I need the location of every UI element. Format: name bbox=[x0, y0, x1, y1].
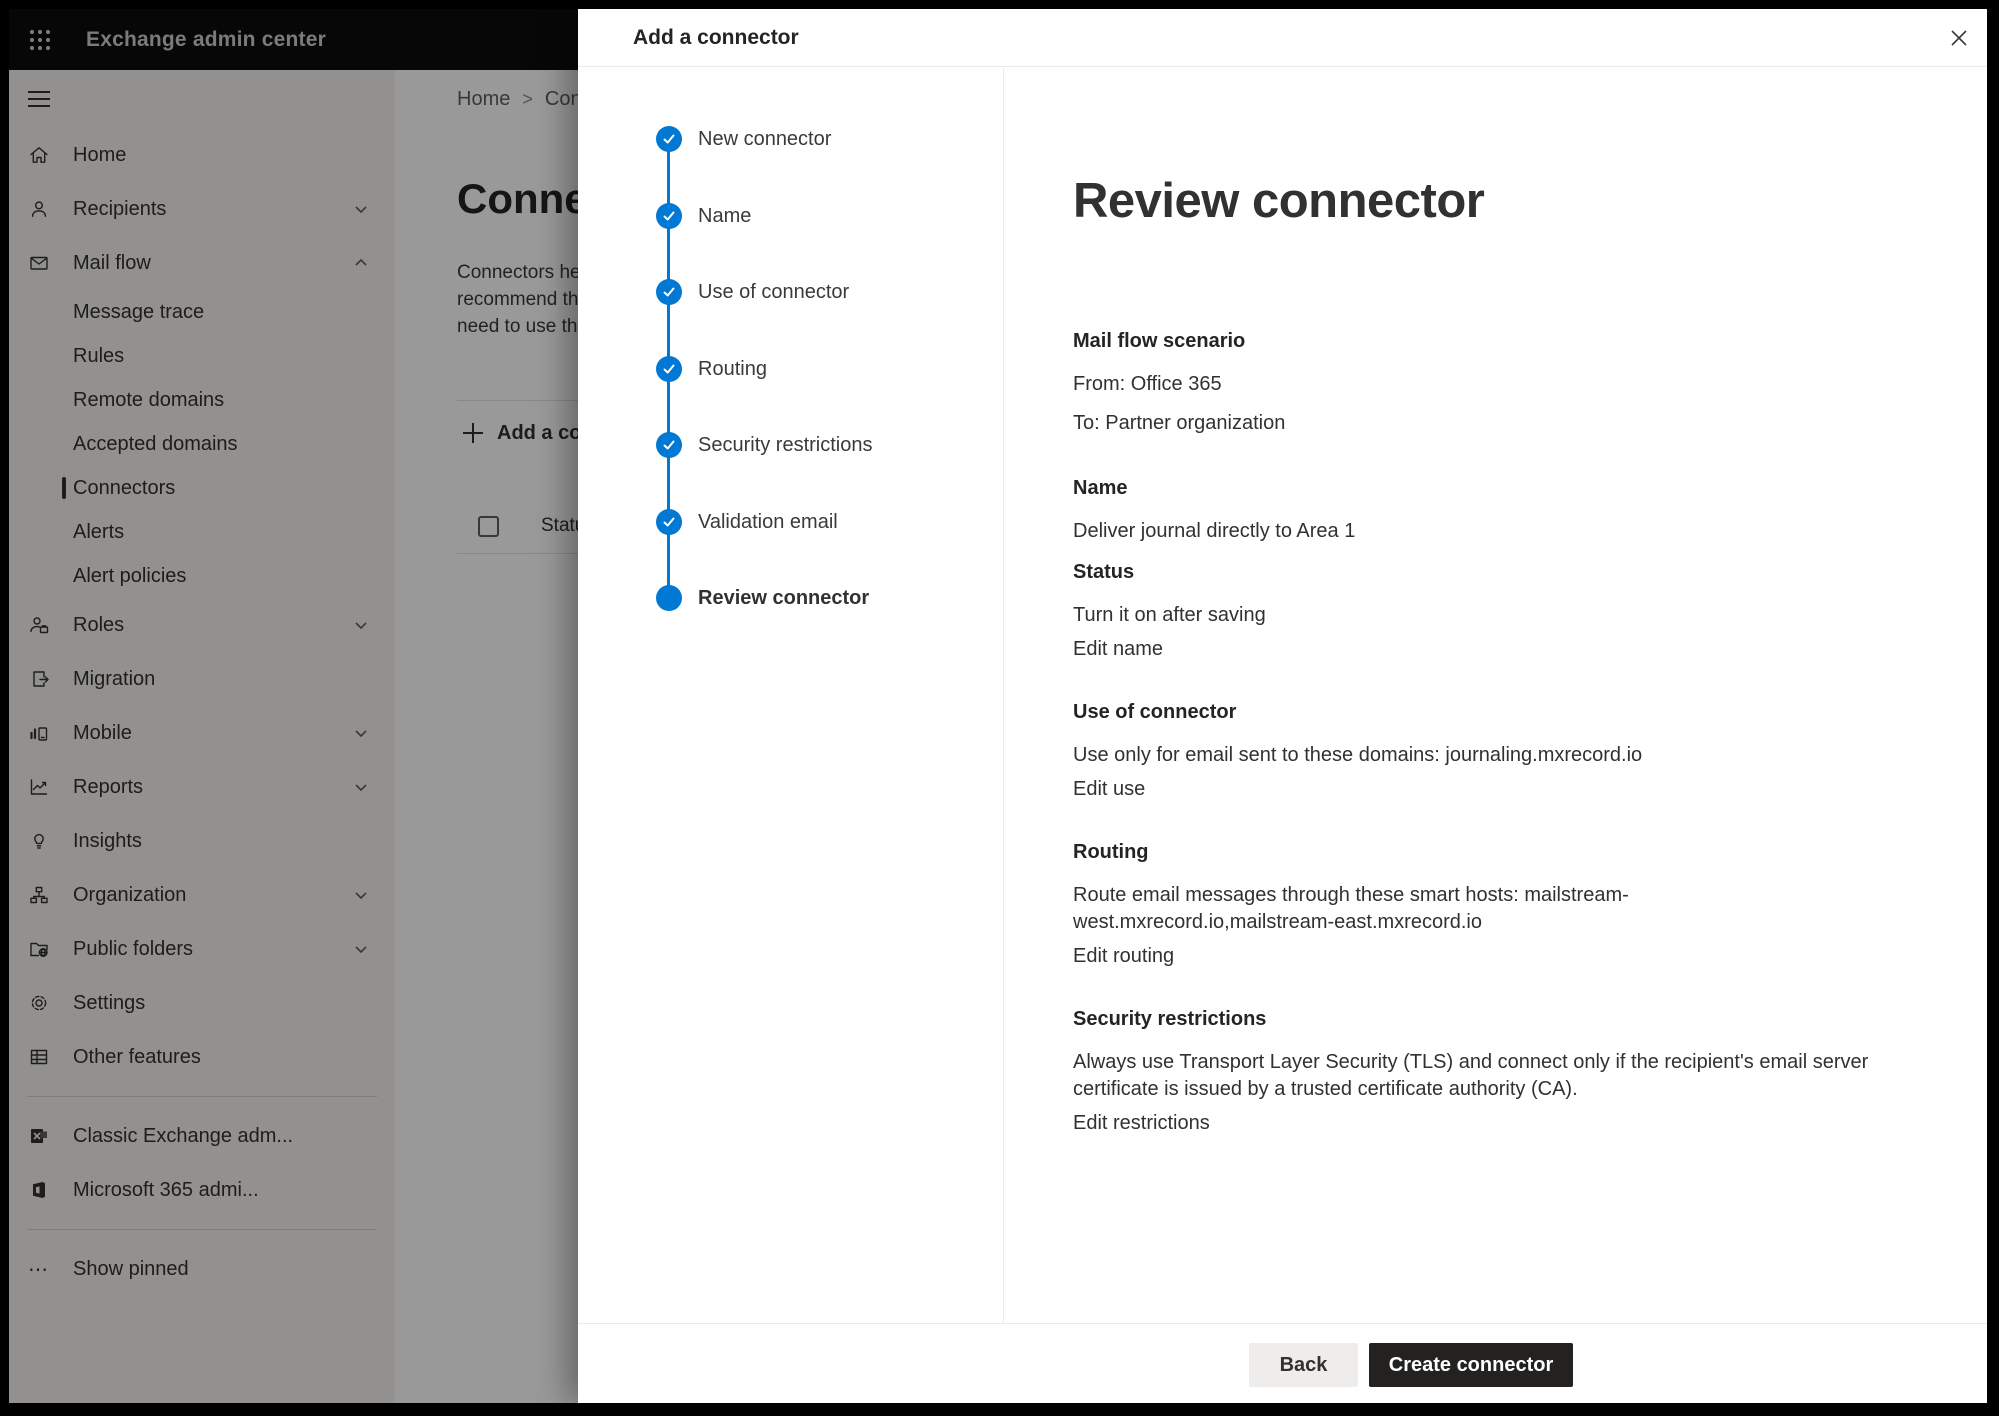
dialog-header: Add a connector bbox=[578, 9, 1987, 67]
step-label: Review connector bbox=[698, 587, 869, 610]
connector-name-value: Deliver journal directly to Area 1 bbox=[1073, 518, 1883, 545]
wizard-step-review-connector-current[interactable]: Review connector bbox=[578, 584, 1003, 612]
section-title-security-restrictions: Security restrictions bbox=[1073, 1008, 1883, 1031]
security-restrictions-value: Always use Transport Layer Security (TLS… bbox=[1073, 1049, 1883, 1103]
close-icon bbox=[1948, 27, 1970, 49]
step-completed-check-icon bbox=[656, 203, 682, 229]
step-current-dot bbox=[656, 585, 682, 611]
edit-use-link[interactable]: Edit use bbox=[1073, 778, 1145, 801]
screen: Exchange admin center Home Recipients bbox=[0, 0, 1999, 1416]
edit-restrictions-link[interactable]: Edit restrictions bbox=[1073, 1112, 1210, 1135]
section-title-mail-flow-scenario: Mail flow scenario bbox=[1073, 330, 1883, 353]
review-content: Review connector Mail flow scenario From… bbox=[1004, 68, 1987, 1323]
step-label: New connector bbox=[698, 128, 831, 151]
step-label: Validation email bbox=[698, 511, 838, 534]
use-of-connector-value: Use only for email sent to these domains… bbox=[1073, 742, 1883, 769]
exchange-admin-app: Exchange admin center Home Recipients bbox=[9, 9, 1987, 1403]
mail-flow-to-value: To: Partner organization bbox=[1073, 410, 1883, 437]
wizard-step-validation-email[interactable]: Validation email bbox=[578, 508, 1003, 536]
wizard-step-routing[interactable]: Routing bbox=[578, 355, 1003, 383]
review-heading: Review connector bbox=[1073, 172, 1927, 230]
step-completed-check-icon bbox=[656, 356, 682, 382]
wizard-step-new-connector[interactable]: New connector bbox=[578, 125, 1003, 153]
step-label: Use of connector bbox=[698, 281, 849, 304]
edit-name-link[interactable]: Edit name bbox=[1073, 638, 1163, 661]
mail-flow-from-value: From: Office 365 bbox=[1073, 371, 1883, 398]
wizard-step-security-restrictions[interactable]: Security restrictions bbox=[578, 431, 1003, 459]
add-connector-dialog: Add a connector New connector bbox=[578, 9, 1987, 1403]
create-connector-button[interactable]: Create connector bbox=[1369, 1343, 1573, 1387]
edit-routing-link[interactable]: Edit routing bbox=[1073, 945, 1174, 968]
step-completed-check-icon bbox=[656, 509, 682, 535]
wizard-step-name[interactable]: Name bbox=[578, 202, 1003, 230]
section-title-name: Name bbox=[1073, 477, 1883, 500]
section-title-routing: Routing bbox=[1073, 841, 1883, 864]
section-subtitle-status: Status bbox=[1073, 561, 1927, 584]
back-button[interactable]: Back bbox=[1249, 1343, 1358, 1387]
dialog-body: New connector Name Use of connector bbox=[578, 68, 1987, 1323]
step-completed-check-icon bbox=[656, 279, 682, 305]
step-label: Name bbox=[698, 205, 751, 228]
status-value: Turn it on after saving bbox=[1073, 602, 1883, 629]
step-completed-check-icon bbox=[656, 432, 682, 458]
dialog-footer: Back Create connector bbox=[578, 1323, 1987, 1403]
close-button[interactable] bbox=[1943, 22, 1975, 54]
dialog-title: Add a connector bbox=[633, 26, 799, 50]
wizard-steps-nav: New connector Name Use of connector bbox=[578, 68, 1004, 1323]
wizard-step-use-of-connector[interactable]: Use of connector bbox=[578, 278, 1003, 306]
step-label: Routing bbox=[698, 358, 767, 381]
step-label: Security restrictions bbox=[698, 434, 873, 457]
routing-value: Route email messages through these smart… bbox=[1073, 882, 1883, 936]
step-completed-check-icon bbox=[656, 126, 682, 152]
section-title-use-of-connector: Use of connector bbox=[1073, 701, 1883, 724]
